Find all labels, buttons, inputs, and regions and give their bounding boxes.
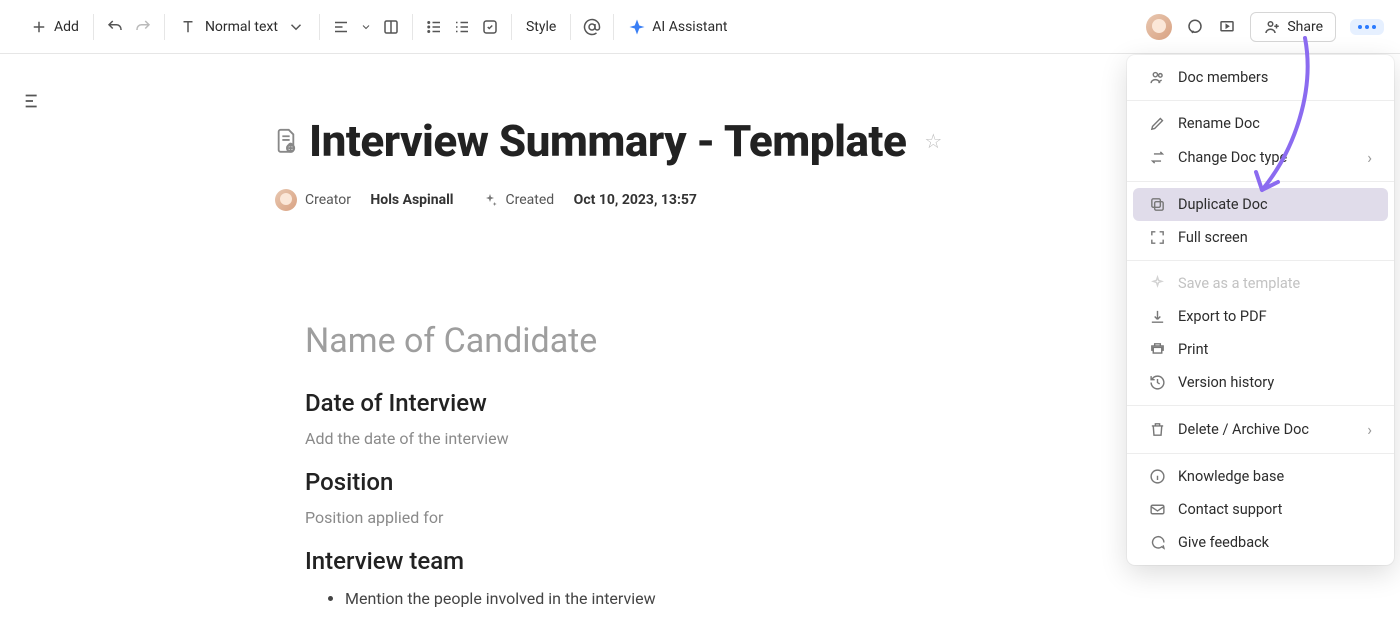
present-icon[interactable]: [1218, 18, 1236, 36]
chevron-right-icon: ›: [1367, 420, 1372, 439]
team-bullets[interactable]: Mention the people involved in the inter…: [305, 589, 1055, 608]
position-placeholder[interactable]: Position applied for: [305, 508, 1055, 527]
candidate-name-heading[interactable]: Name of Candidate: [305, 321, 1055, 361]
avatar[interactable]: [1146, 14, 1172, 40]
more-button[interactable]: [1350, 19, 1384, 35]
bullet-list-icon[interactable]: [425, 18, 443, 36]
menu-save-template: Save as a template: [1133, 267, 1388, 300]
share-label: Share: [1287, 19, 1323, 35]
menu-feedback[interactable]: Give feedback: [1133, 526, 1388, 559]
menu-duplicate[interactable]: Duplicate Doc: [1133, 188, 1388, 221]
menu-contact-support[interactable]: Contact support: [1133, 493, 1388, 526]
sparkle-icon: [482, 192, 498, 208]
columns-icon[interactable]: [382, 18, 400, 36]
menu-version-history[interactable]: Version history: [1133, 366, 1388, 399]
duplicate-icon: [1149, 196, 1166, 213]
creator-label: Creator: [305, 192, 351, 208]
text-style-dropdown[interactable]: Normal text: [177, 14, 307, 40]
share-button[interactable]: Share: [1250, 12, 1336, 42]
team-heading[interactable]: Interview team: [305, 547, 1055, 575]
history-icon: [1149, 374, 1166, 391]
chevron-right-icon: ›: [1367, 148, 1372, 167]
number-list-icon[interactable]: [453, 18, 471, 36]
share-icon: [1263, 18, 1281, 36]
date-placeholder[interactable]: Add the date of the interview: [305, 429, 1055, 448]
mail-icon: [1149, 501, 1166, 518]
plus-icon: [30, 18, 48, 36]
doc-title[interactable]: Interview Summary - Template: [309, 115, 906, 167]
doc-content[interactable]: Name of Candidate Date of Interview Add …: [275, 321, 1055, 608]
doc-more-menu: Doc members Rename Doc Change Doc type ›…: [1127, 55, 1394, 565]
pencil-icon: [1149, 115, 1166, 132]
text-icon: [179, 18, 197, 36]
info-icon: [1149, 468, 1166, 485]
menu-print[interactable]: Print: [1133, 333, 1388, 366]
creator-avatar[interactable]: [275, 189, 297, 211]
document: Interview Summary - Template ☆ Creator H…: [275, 115, 1055, 608]
trash-icon: [1149, 421, 1166, 438]
comments-icon[interactable]: [1186, 18, 1204, 36]
doc-meta: Creator Hols Aspinall Created Oct 10, 20…: [275, 189, 1055, 211]
position-heading[interactable]: Position: [305, 468, 1055, 496]
print-icon: [1149, 341, 1166, 358]
menu-rename[interactable]: Rename Doc: [1133, 107, 1388, 140]
chevron-down-icon[interactable]: [360, 18, 372, 36]
created-date: Oct 10, 2023, 13:57: [574, 192, 697, 208]
menu-delete[interactable]: Delete / Archive Doc ›: [1133, 412, 1388, 447]
ai-icon: [628, 18, 646, 36]
date-heading[interactable]: Date of Interview: [305, 389, 1055, 417]
created-label: Created: [506, 192, 555, 208]
menu-change-type[interactable]: Change Doc type ›: [1133, 140, 1388, 175]
add-label: Add: [54, 19, 79, 35]
team-bullet-item[interactable]: Mention the people involved in the inter…: [345, 589, 1055, 608]
feedback-icon: [1149, 534, 1166, 551]
download-icon: [1149, 308, 1166, 325]
sparkle-icon: [1149, 275, 1166, 292]
toolbar: Add Normal text: [0, 0, 1400, 54]
menu-doc-members[interactable]: Doc members: [1133, 61, 1388, 94]
checklist-icon[interactable]: [481, 18, 499, 36]
redo-icon[interactable]: [134, 18, 152, 36]
align-icon[interactable]: [332, 18, 350, 36]
style-label: Style: [526, 19, 556, 35]
menu-fullscreen[interactable]: Full screen: [1133, 221, 1388, 254]
mention-icon[interactable]: [583, 18, 601, 36]
ai-assistant-button[interactable]: AI Assistant: [626, 14, 729, 40]
style-button[interactable]: Style: [524, 15, 558, 39]
ai-label: AI Assistant: [652, 19, 727, 35]
doc-template-icon: [275, 128, 297, 154]
text-style-label: Normal text: [205, 19, 278, 35]
outline-toggle[interactable]: [22, 90, 44, 112]
fullscreen-icon: [1149, 229, 1166, 246]
swap-icon: [1149, 149, 1166, 166]
favorite-star-icon[interactable]: ☆: [924, 129, 942, 153]
add-button[interactable]: Add: [28, 14, 81, 40]
undo-icon[interactable]: [106, 18, 124, 36]
menu-export-pdf[interactable]: Export to PDF: [1133, 300, 1388, 333]
chevron-down-icon: [287, 18, 305, 36]
members-icon: [1149, 69, 1166, 86]
menu-knowledge-base[interactable]: Knowledge base: [1133, 460, 1388, 493]
creator-name: Hols Aspinall: [370, 192, 453, 208]
